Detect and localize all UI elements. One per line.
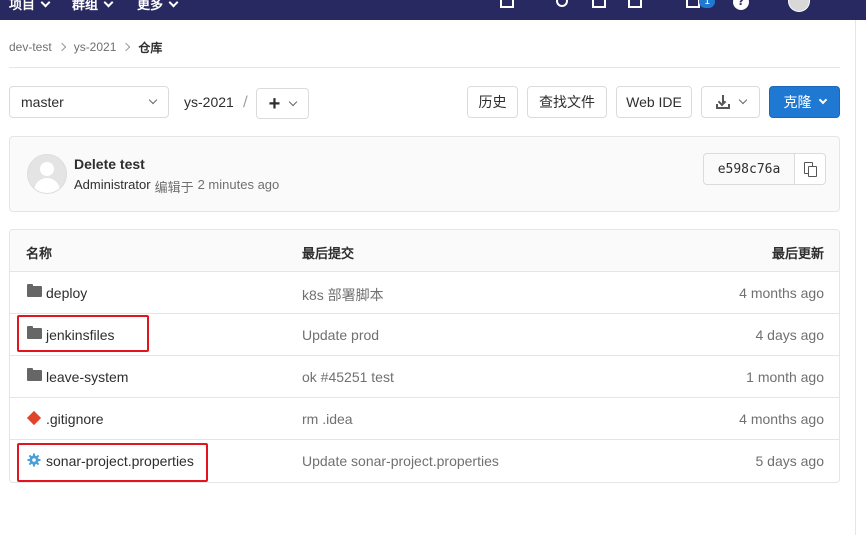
breadcrumb: dev-test ys-2021 仓库 xyxy=(9,38,162,56)
todo-count-badge: 1 xyxy=(699,0,716,8)
find-file-button[interactable]: 查找文件 xyxy=(527,86,607,118)
download-dropdown[interactable] xyxy=(701,86,760,118)
updated-time: 1 month ago xyxy=(746,369,824,385)
copy-sha-button[interactable] xyxy=(795,153,826,185)
table-row[interactable]: leave-system ok #45251 test 1 month ago xyxy=(10,356,839,398)
commit-action: 编辑于 xyxy=(154,180,194,195)
folder-icon xyxy=(27,284,42,297)
commit-sha-group: e598c76a xyxy=(703,153,826,185)
commit-author[interactable]: Administrator xyxy=(74,177,151,196)
commit-message[interactable]: ok #45251 test xyxy=(302,369,394,385)
page-edge-divider xyxy=(855,20,856,535)
commit-sha[interactable]: e598c76a xyxy=(703,153,795,185)
path-separator: / xyxy=(243,94,248,110)
chevron-down-icon xyxy=(148,95,158,105)
highlight-box-jenkinsfiles xyxy=(17,315,149,352)
plus-icon: + xyxy=(268,92,281,115)
file-name[interactable]: deploy xyxy=(46,285,87,301)
web-ide-button[interactable]: Web IDE xyxy=(616,86,692,118)
highlight-box-sonar xyxy=(17,443,208,482)
file-name[interactable]: .gitignore xyxy=(46,411,104,427)
commit-message[interactable]: Update prod xyxy=(302,327,379,343)
table-row[interactable]: deploy k8s 部署脚本 4 months ago xyxy=(10,272,839,314)
commit-message[interactable]: k8s 部署脚本 xyxy=(302,285,384,305)
commit-meta: Administrator 编辑于 2 minutes ago xyxy=(74,177,279,196)
chevron-right-icon xyxy=(57,42,66,52)
branch-select[interactable]: master xyxy=(9,86,169,118)
nav-projects[interactable]: 项目 xyxy=(9,0,51,13)
updated-time: 4 months ago xyxy=(739,411,824,427)
breadcrumb-project[interactable]: ys-2021 xyxy=(74,40,117,54)
download-icon xyxy=(715,95,730,109)
repo-path[interactable]: ys-2021 xyxy=(184,94,234,110)
chevron-down-icon xyxy=(818,95,827,105)
column-last-update: 最后更新 xyxy=(771,247,824,262)
chevron-down-icon xyxy=(40,0,51,7)
issues-icon[interactable] xyxy=(592,0,606,8)
chevron-down-icon xyxy=(738,95,747,105)
new-item-icon[interactable] xyxy=(500,0,514,8)
commit-title[interactable]: Delete test xyxy=(74,156,145,172)
updated-time: 4 months ago xyxy=(739,285,824,301)
nav-more-label: 更多 xyxy=(137,0,164,13)
last-commit-panel: Delete test Administrator 编辑于 2 minutes … xyxy=(9,136,840,212)
search-icon[interactable] xyxy=(556,0,568,7)
merge-requests-icon[interactable] xyxy=(628,0,642,8)
divider xyxy=(9,67,840,68)
chevron-down-icon xyxy=(103,0,114,7)
nav-projects-label: 项目 xyxy=(9,0,36,13)
table-row[interactable]: .gitignore rm .idea 4 months ago xyxy=(10,398,839,440)
help-icon[interactable]: ? xyxy=(733,0,749,10)
table-header: 名称 最后提交 最后更新 xyxy=(10,230,839,272)
clone-label: 克隆 xyxy=(783,94,812,110)
chevron-down-icon xyxy=(168,0,179,7)
clone-dropdown[interactable]: 克隆 xyxy=(769,86,840,118)
column-last-commit: 最后提交 xyxy=(302,247,355,262)
nav-more[interactable]: 更多 xyxy=(137,0,179,13)
commit-message[interactable]: Update sonar-project.properties xyxy=(302,453,499,469)
folder-icon xyxy=(27,368,42,381)
breadcrumb-group[interactable]: dev-test xyxy=(9,40,52,54)
updated-time: 5 days ago xyxy=(755,453,825,469)
history-button[interactable]: 历史 xyxy=(467,86,518,118)
nav-groups-label: 群组 xyxy=(72,0,99,13)
git-icon xyxy=(26,410,42,426)
commit-message[interactable]: rm .idea xyxy=(302,411,353,427)
branch-name: master xyxy=(21,94,64,110)
commit-author-avatar[interactable] xyxy=(27,154,67,194)
commit-time: 2 minutes ago xyxy=(197,177,280,192)
breadcrumb-current[interactable]: 仓库 xyxy=(138,39,162,56)
column-name: 名称 xyxy=(26,247,53,262)
chevron-down-icon xyxy=(289,97,298,106)
updated-time: 4 days ago xyxy=(755,327,825,343)
add-file-dropdown[interactable]: + xyxy=(256,88,309,119)
todos-icon[interactable] xyxy=(686,0,700,8)
top-navbar: 项目 群组 更多 1 ? xyxy=(0,0,866,20)
file-name[interactable]: leave-system xyxy=(46,369,128,385)
nav-groups[interactable]: 群组 xyxy=(72,0,114,13)
user-avatar[interactable] xyxy=(788,0,810,12)
chevron-right-icon xyxy=(122,42,131,52)
